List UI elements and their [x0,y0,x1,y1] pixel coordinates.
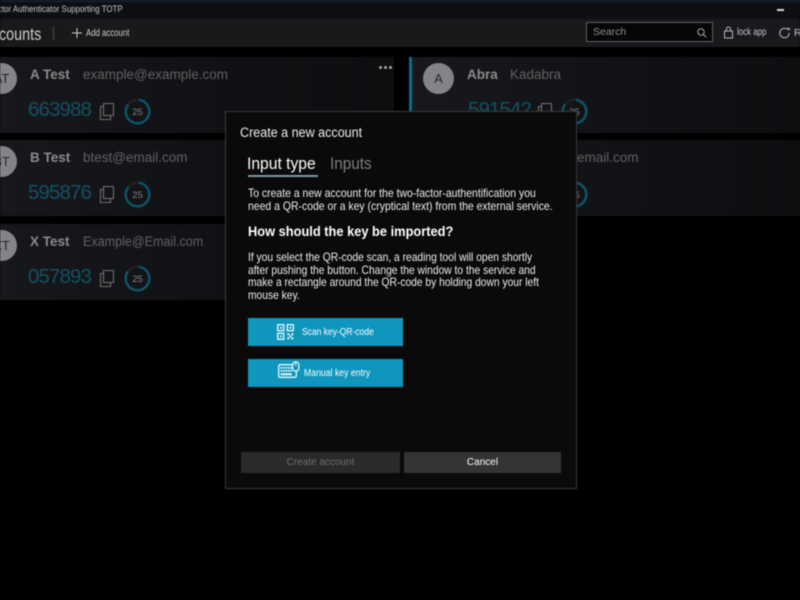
svg-text:25: 25 [132,190,143,201]
svg-text:25: 25 [132,107,143,118]
svg-text:25: 25 [132,274,143,285]
